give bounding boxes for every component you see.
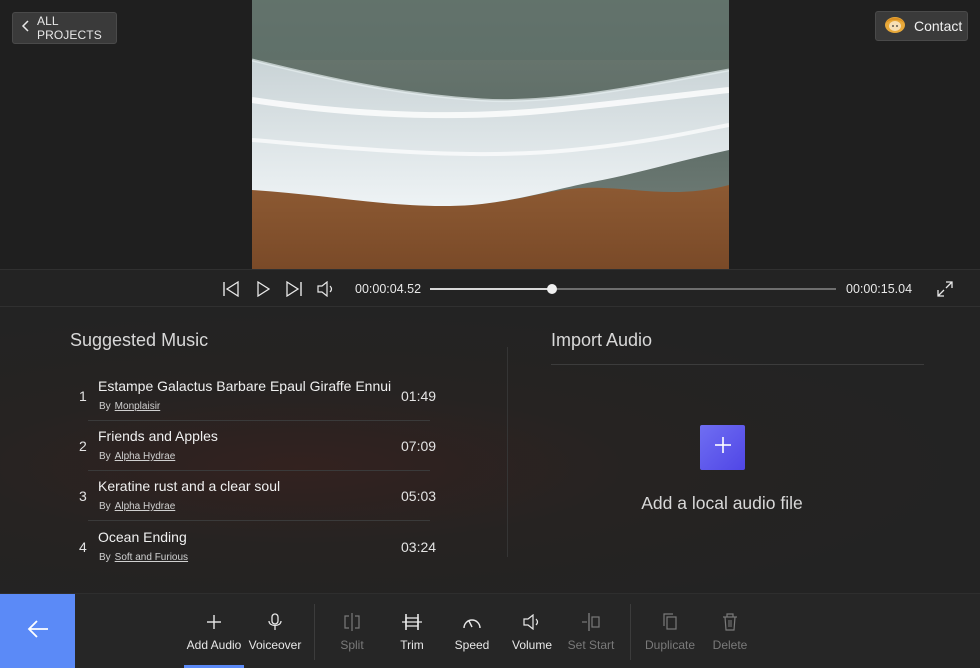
avatar-icon — [884, 14, 906, 39]
song-duration: 05:03 — [401, 488, 437, 504]
delete-button[interactable]: Delete — [710, 594, 750, 668]
artist-link[interactable]: Soft and Furious — [115, 552, 188, 563]
plus-icon — [714, 436, 732, 459]
list-item[interactable]: 2 Friends and Apples By Alpha Hydrae 07:0… — [70, 424, 438, 474]
seek-bar[interactable] — [430, 284, 836, 294]
trim-icon — [401, 612, 423, 632]
by-label: By — [99, 401, 111, 412]
song-title: Ocean Ending — [98, 529, 187, 545]
list-item[interactable]: 4 Ocean Ending By Soft and Furious 03:24 — [70, 525, 438, 575]
by-label: By — [99, 451, 111, 462]
song-number: 1 — [79, 388, 87, 404]
list-item[interactable]: 1 Estampe Galactus Barbare Epaul Giraffe… — [70, 374, 438, 424]
contact-button[interactable]: Contact — [875, 11, 968, 41]
duplicate-button[interactable]: Duplicate — [644, 594, 696, 668]
song-number: 3 — [79, 488, 87, 504]
all-projects-button[interactable]: ALL PROJECTS — [12, 12, 117, 44]
skip-to-start-icon[interactable] — [221, 279, 241, 299]
split-icon — [342, 612, 362, 632]
volume-label: Volume — [511, 638, 553, 652]
back-button[interactable] — [0, 594, 75, 668]
chevron-left-icon — [21, 19, 31, 37]
add-local-audio-label[interactable]: Add a local audio file — [551, 493, 893, 514]
artist-link[interactable]: Alpha Hydrae — [115, 451, 176, 462]
suggested-music-title: Suggested Music — [70, 330, 209, 350]
set-start-icon — [581, 612, 601, 632]
plus-icon — [206, 612, 222, 632]
voiceover-label: Voiceover — [248, 638, 302, 652]
volume-icon[interactable] — [316, 279, 336, 299]
row-divider — [88, 470, 430, 471]
beach-video-image — [252, 0, 729, 269]
by-label: By — [99, 501, 111, 512]
speed-button[interactable]: Speed — [452, 594, 492, 668]
panel-divider — [507, 347, 508, 557]
bottom-toolbar: Add Audio Voiceover Split Trim Speed Vol… — [0, 593, 980, 668]
play-icon[interactable] — [253, 279, 273, 299]
song-by: By Monplaisir — [99, 401, 160, 412]
microphone-icon — [268, 612, 282, 632]
all-projects-label: ALL PROJECTS — [37, 14, 102, 42]
speed-label: Speed — [454, 638, 490, 652]
song-number: 2 — [79, 438, 87, 454]
set-start-label: Set Start — [567, 638, 615, 652]
song-title: Friends and Apples — [98, 428, 218, 444]
video-preview-area: ALL PROJECTS Contact — [0, 0, 980, 269]
song-duration: 01:49 — [401, 388, 437, 404]
speaker-icon — [522, 612, 542, 632]
current-time: 00:00:04.52 — [355, 282, 422, 296]
fullscreen-icon[interactable] — [935, 279, 955, 299]
artist-link[interactable]: Monplaisir — [115, 401, 161, 412]
song-number: 4 — [79, 539, 87, 555]
delete-label: Delete — [712, 638, 748, 652]
song-duration: 03:24 — [401, 539, 437, 555]
seek-handle[interactable] — [546, 284, 557, 294]
voiceover-button[interactable]: Voiceover — [248, 594, 302, 668]
song-title: Estampe Galactus Barbare Epaul Giraffe E… — [98, 378, 392, 394]
arrow-left-icon — [27, 620, 49, 643]
trim-label: Trim — [400, 638, 424, 652]
trash-icon — [722, 612, 738, 632]
set-start-button[interactable]: Set Start — [568, 594, 614, 668]
skip-to-end-icon[interactable] — [284, 279, 304, 299]
audio-panel: Suggested Music 1 Estampe Galactus Barba… — [0, 307, 980, 593]
speedometer-icon — [462, 612, 482, 632]
split-label: Split — [340, 638, 364, 652]
toolbar-separator — [314, 604, 315, 660]
video-frame — [252, 0, 729, 269]
import-divider — [551, 364, 924, 365]
add-audio-button[interactable]: Add Audio — [184, 594, 244, 668]
song-duration: 07:09 — [401, 438, 437, 454]
row-divider — [88, 520, 430, 521]
playback-bar: 00:00:04.52 00:00:15.04 — [0, 269, 980, 307]
contact-label: Contact — [914, 18, 963, 34]
trim-button[interactable]: Trim — [392, 594, 432, 668]
volume-button[interactable]: Volume — [510, 594, 554, 668]
list-item[interactable]: 3 Keratine rust and a clear soul By Alpha… — [70, 474, 438, 524]
import-audio-title: Import Audio — [551, 330, 653, 350]
song-by: By Soft and Furious — [99, 552, 188, 563]
add-local-audio-button[interactable] — [700, 425, 745, 470]
add-audio-label: Add Audio — [186, 638, 242, 652]
by-label: By — [99, 552, 111, 563]
total-time: 00:00:15.04 — [846, 282, 913, 296]
duplicate-icon — [662, 612, 678, 632]
split-button[interactable]: Split — [332, 594, 372, 668]
duplicate-label: Duplicate — [644, 638, 696, 652]
toolbar-separator — [630, 604, 631, 660]
row-divider — [88, 420, 430, 421]
song-by: By Alpha Hydrae — [99, 501, 175, 512]
seek-bar-fill — [430, 288, 552, 290]
song-title: Keratine rust and a clear soul — [98, 478, 281, 494]
song-by: By Alpha Hydrae — [99, 451, 175, 462]
artist-link[interactable]: Alpha Hydrae — [115, 501, 176, 512]
